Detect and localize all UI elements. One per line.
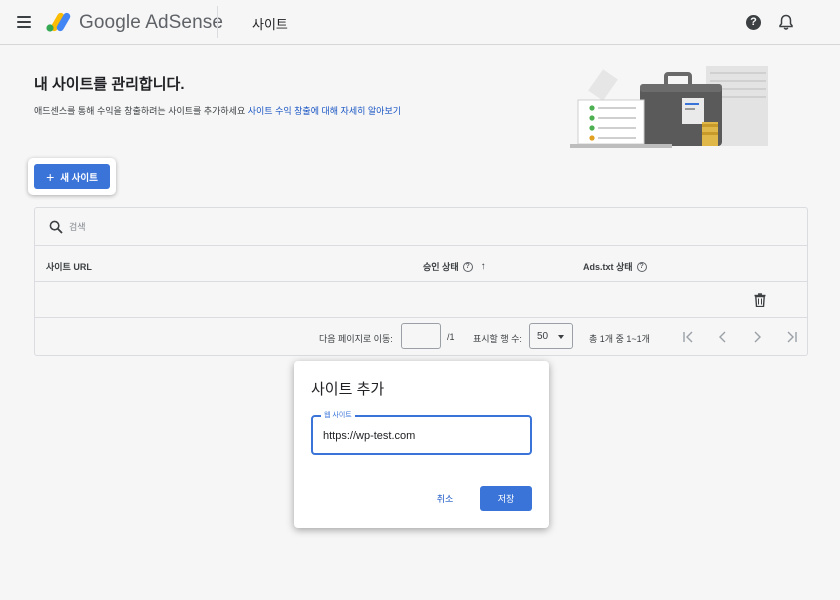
website-field-label: 웹 사이트 — [321, 410, 355, 420]
cancel-button[interactable]: 취소 — [428, 487, 462, 509]
website-field[interactable]: 웹 사이트 — [311, 410, 532, 455]
dialog-title: 사이트 추가 — [311, 381, 385, 398]
save-button[interactable]: 저장 — [480, 486, 532, 511]
website-input[interactable] — [323, 428, 518, 444]
add-site-dialog: 사이트 추가 웹 사이트 취소 저장 — [294, 361, 549, 528]
